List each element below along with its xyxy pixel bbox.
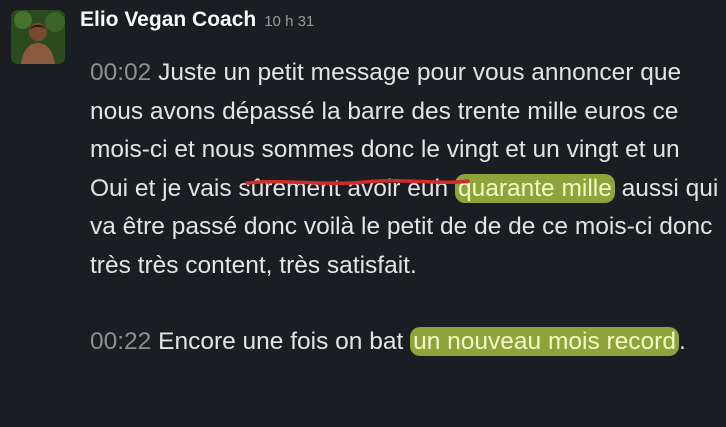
person-avatar-icon <box>11 10 65 64</box>
transcript-text-2a: Encore une fois on bat <box>151 328 411 355</box>
message-body: 00:02 Juste un petit message pour vous a… <box>90 54 720 362</box>
chat-message: Elio Vegan Coach 10 h 31 00:02 Juste un p… <box>0 0 726 427</box>
transcript-timestamp-1[interactable]: 00:02 <box>90 59 151 86</box>
transcript-paragraph-1: 00:02 Juste un petit message pour vous a… <box>90 54 720 285</box>
highlighted-phrase-1: quarante mille <box>454 173 615 203</box>
message-time[interactable]: 10 h 31 <box>264 13 314 30</box>
transcript-timestamp-2[interactable]: 00:22 <box>90 328 151 355</box>
transcript-paragraph-2: 00:22 Encore une fois on bat un nouveau … <box>90 323 720 362</box>
highlighted-phrase-2: un nouveau mois record <box>410 327 679 356</box>
message-header: Elio Vegan Coach 10 h 31 <box>80 8 314 38</box>
sender-name[interactable]: Elio Vegan Coach <box>80 8 256 31</box>
transcript-text-2b: . <box>678 328 686 355</box>
sender-avatar[interactable] <box>11 10 65 64</box>
